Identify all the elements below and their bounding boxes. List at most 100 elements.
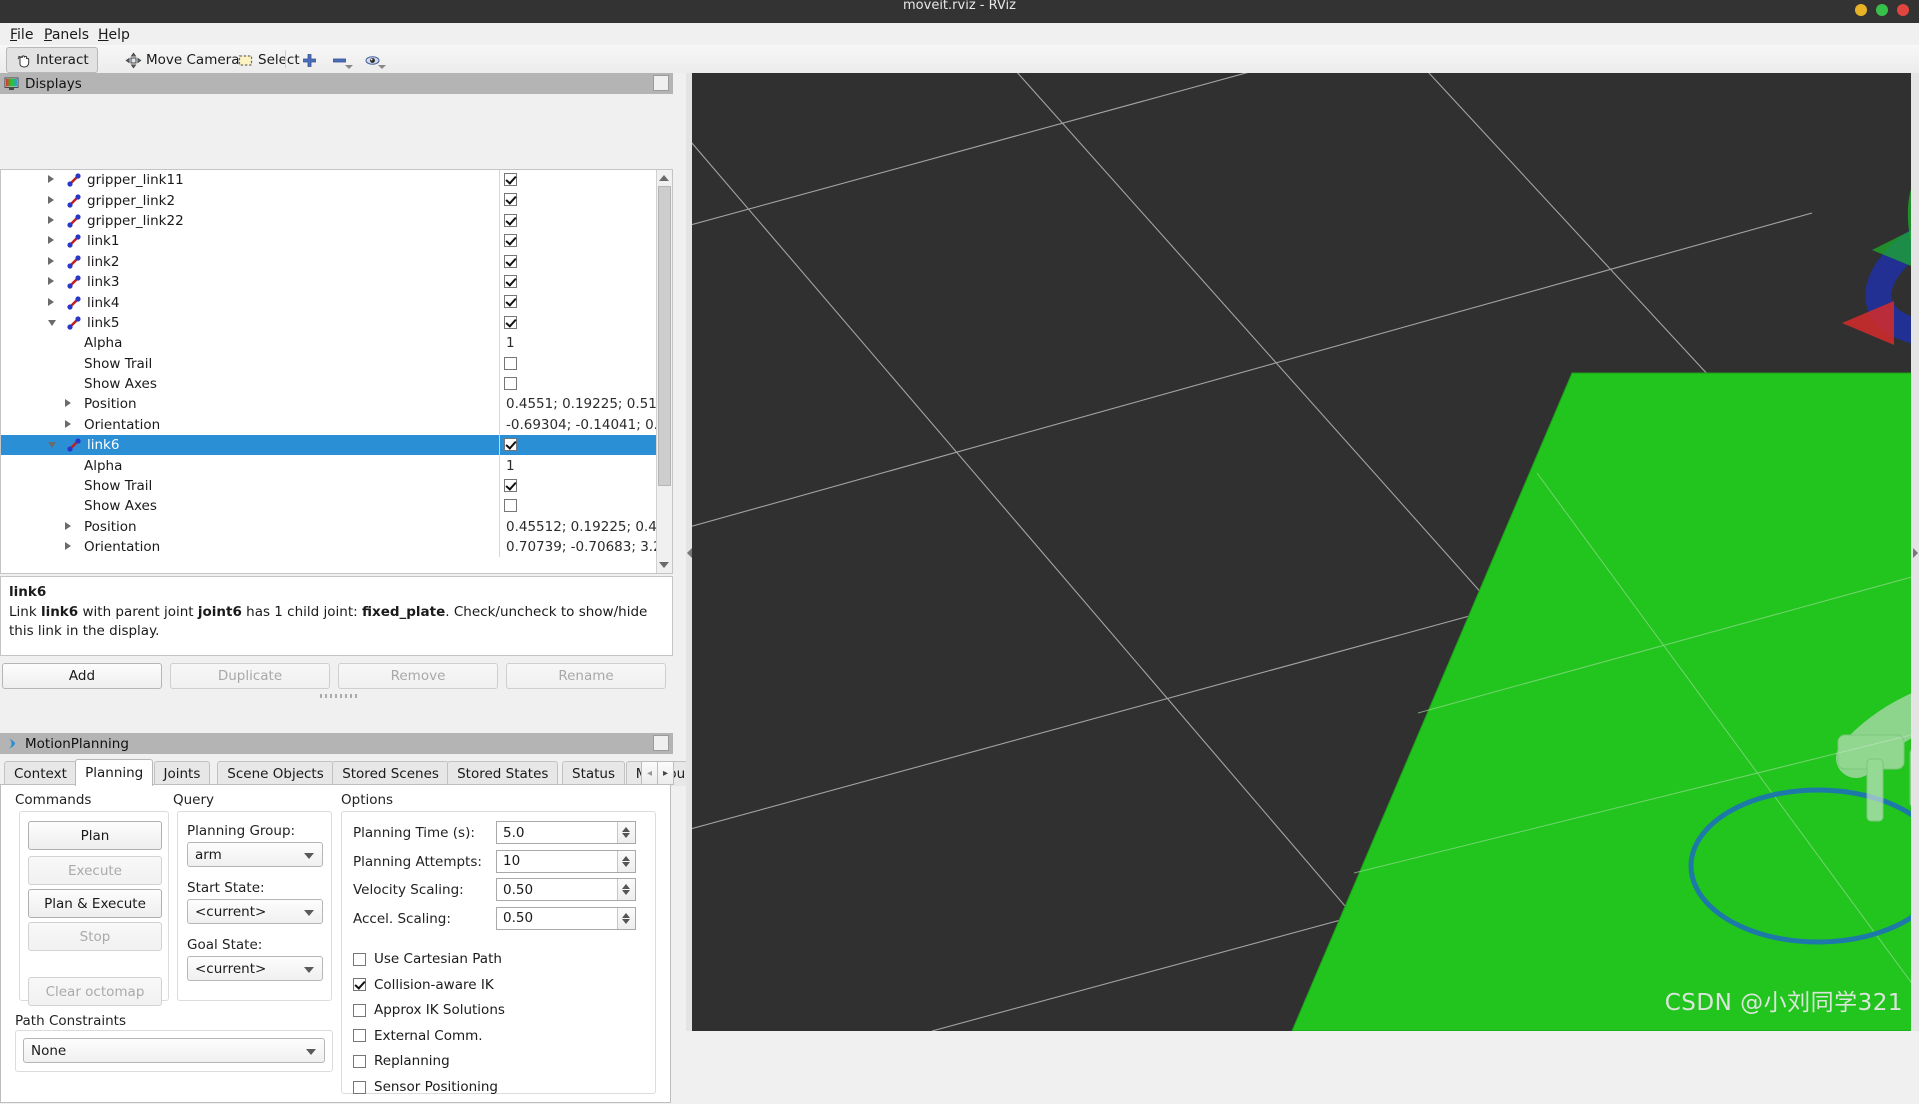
tree-row-link5[interactable]: link5 (1, 312, 656, 334)
rename-button[interactable]: Rename (506, 663, 666, 689)
tree-row-show-trail[interactable]: Show Trail (1, 353, 656, 374)
scroll-up-arrow[interactable] (659, 175, 669, 181)
displays-panel-float-button[interactable] (653, 75, 669, 91)
tree-expander-right-icon[interactable] (48, 297, 58, 308)
tree-row-show-trail[interactable]: Show Trail (1, 475, 656, 497)
tool-visibility-dropdown-arrow[interactable] (378, 65, 386, 69)
tree-row-show-axes[interactable]: Show Axes (1, 373, 656, 395)
tree-row-value[interactable]: 1 (506, 335, 515, 351)
tab-scroll-prev[interactable]: ◂ (641, 761, 658, 785)
clear-octomap-button[interactable]: Clear octomap (28, 977, 162, 1006)
checkbox-use-cartesian-path[interactable]: Use Cartesian Path (353, 951, 502, 967)
tree-row-checkbox[interactable] (504, 499, 517, 513)
execute-button[interactable]: Execute (28, 856, 162, 885)
menu-panels[interactable]: Panels (38, 26, 95, 44)
right-dock-splitter[interactable] (1911, 73, 1919, 1031)
tree-row-checkbox[interactable] (504, 193, 517, 207)
tree-row-checkbox[interactable] (504, 315, 517, 329)
tab-scroll-next[interactable]: ▸ (657, 761, 674, 785)
stop-button[interactable]: Stop (28, 922, 162, 951)
tree-row-link2[interactable]: link2 (1, 251, 656, 272)
accel-scaling-input[interactable]: 0.50 (496, 906, 636, 930)
planning-time-s-stepper[interactable] (617, 822, 635, 843)
tree-row-link6[interactable]: link6 (1, 435, 656, 456)
planning-time-s-input[interactable]: 5.0 (496, 821, 636, 844)
tree-row-link3[interactable]: link3 (1, 271, 656, 293)
render-viewport[interactable]: CSDN @小刘同学321 (692, 73, 1919, 1031)
checkbox-box[interactable] (353, 952, 366, 966)
remove-button[interactable]: Remove (338, 663, 498, 689)
plan-button[interactable]: Plan (28, 821, 162, 850)
tool-visibility[interactable] (355, 47, 390, 73)
tree-row-link4[interactable]: link4 (1, 292, 656, 313)
tree-row-checkbox[interactable] (504, 173, 517, 186)
tree-row-value[interactable]: -0.69304; -0.14041; 0.140··· (506, 417, 672, 433)
duplicate-button[interactable]: Duplicate (170, 663, 330, 689)
displays-tree[interactable]: gripper_link11 gripper_link2 gripper_link2… (0, 169, 673, 574)
menu-help[interactable]: Help (92, 26, 136, 44)
tree-row-link1[interactable]: link1 (1, 231, 656, 252)
tree-row-checkbox[interactable] (504, 478, 517, 492)
minimize-button[interactable] (1855, 4, 1867, 16)
checkbox-sensor-positioning[interactable]: Sensor Positioning (353, 1079, 498, 1095)
tree-expander-right-icon[interactable] (48, 215, 58, 226)
start-state-select[interactable]: <current> (187, 899, 323, 924)
checkbox-box[interactable] (353, 1054, 366, 1068)
motion-planning-float-button[interactable] (653, 735, 669, 751)
tab-scene-objects[interactable]: Scene Objects (217, 761, 334, 786)
tab-planning[interactable]: Planning (75, 759, 154, 786)
checkbox-box[interactable] (353, 1029, 366, 1043)
displays-tree-scrollbar[interactable] (656, 170, 672, 573)
planning-attempts-input[interactable]: 10 (496, 849, 636, 873)
velocity-scaling-input[interactable]: 0.50 (496, 878, 636, 901)
tree-row-value[interactable]: 0.70739; -0.70683; 3.2811··· (506, 539, 672, 555)
dock-splitter-handle[interactable] (320, 694, 360, 698)
tree-expander-right-icon[interactable] (48, 256, 58, 267)
planning-attempts-stepper[interactable] (617, 850, 635, 872)
checkbox-box[interactable] (353, 1003, 366, 1017)
tree-row-show-axes[interactable]: Show Axes (1, 496, 656, 517)
tree-row-value[interactable]: 0.45512; 0.19225; 0.4 (506, 519, 657, 535)
tab-stored-scenes[interactable]: Stored Scenes (332, 761, 449, 786)
checkbox-approx-ik-solutions[interactable]: Approx IK Solutions (353, 1002, 505, 1018)
tree-row-position[interactable]: Position 0.4551; 0.19225; 0.515 (1, 394, 665, 415)
tool-remove[interactable] (322, 47, 357, 73)
accel-scaling-stepper[interactable] (617, 907, 635, 929)
planning-group-select[interactable]: arm (187, 842, 323, 867)
tree-row-position[interactable]: Position 0.45512; 0.19225; 0.4 (1, 516, 657, 538)
tree-row-checkbox[interactable] (504, 376, 517, 390)
scrollbar-thumb[interactable] (658, 186, 671, 486)
tool-interact[interactable]: Interact (6, 47, 98, 73)
tab-status[interactable]: Status (562, 761, 626, 786)
tree-expander-down-icon[interactable] (48, 318, 58, 328)
tree-row-gripper-link2[interactable]: gripper_link2 (1, 190, 656, 211)
tree-expander-right-icon[interactable] (65, 542, 75, 552)
tab-joints[interactable]: Joints (153, 761, 211, 786)
goal-state-select[interactable]: <current> (187, 956, 323, 981)
tree-expander-right-icon[interactable] (48, 195, 58, 206)
tree-expander-down-icon[interactable] (48, 440, 58, 450)
tree-row-value[interactable]: 0.4551; 0.19225; 0.515 (506, 396, 665, 412)
tool-remove-dropdown-arrow[interactable] (345, 65, 353, 69)
tree-expander-right-icon[interactable] (65, 521, 75, 532)
tree-row-checkbox[interactable] (504, 438, 517, 452)
checkbox-box[interactable] (353, 978, 366, 992)
menu-file[interactable]: File (4, 26, 39, 44)
tree-row-alpha[interactable]: Alpha 1 (1, 333, 656, 354)
tree-row-alpha[interactable]: Alpha 1 (1, 455, 656, 476)
maximize-button[interactable] (1876, 4, 1888, 16)
tree-row-checkbox[interactable] (504, 234, 517, 248)
checkbox-collision-aware-ik[interactable]: Collision-aware IK (353, 977, 494, 993)
tree-row-checkbox[interactable] (504, 356, 517, 370)
close-button[interactable] (1897, 4, 1909, 16)
tree-row-gripper-link22[interactable]: gripper_link22 (1, 210, 656, 232)
tree-row-orientation[interactable]: Orientation -0.69304; -0.14041; 0.140··· (1, 414, 672, 436)
tree-expander-right-icon[interactable] (48, 236, 58, 246)
checkbox-replanning[interactable]: Replanning (353, 1053, 450, 1069)
tree-row-value[interactable]: 1 (506, 458, 515, 474)
tree-expander-right-icon[interactable] (48, 175, 58, 185)
tree-row-checkbox[interactable] (504, 254, 517, 268)
checkbox-external-comm[interactable]: External Comm. (353, 1028, 483, 1044)
tab-context[interactable]: Context (4, 761, 77, 786)
tree-row-checkbox[interactable] (504, 274, 517, 288)
